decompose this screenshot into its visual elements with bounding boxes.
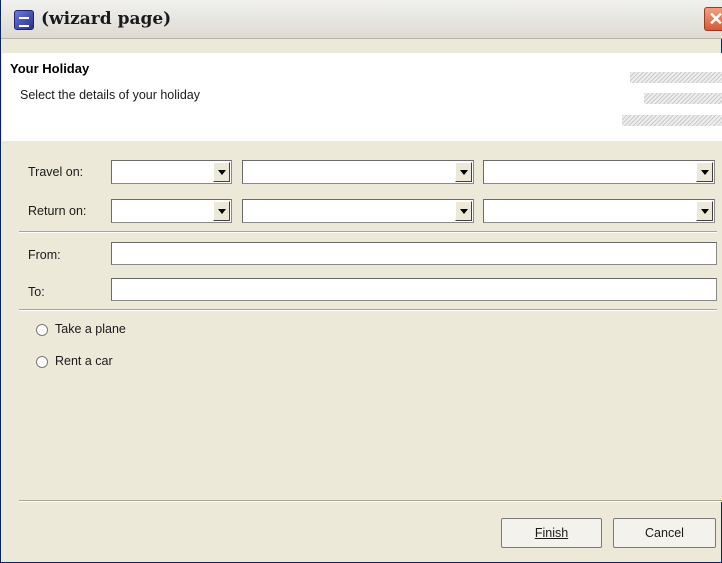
eclipse-app-icon — [14, 10, 34, 30]
from-field[interactable] — [111, 242, 717, 265]
wizard-header: Your Holiday Select the details of your … — [2, 53, 722, 142]
rent-a-car-label[interactable]: Rent a car — [55, 354, 113, 368]
rent-a-car-radio[interactable] — [36, 356, 48, 368]
from-label: From: — [28, 248, 61, 262]
dropdown-arrow-icon[interactable] — [455, 162, 472, 182]
window-title: (wizard page) — [41, 9, 172, 29]
header-banner-graphic-3 — [622, 115, 722, 126]
close-icon: ✕ — [708, 9, 722, 29]
separator — [19, 231, 717, 233]
travel-on-month-combo[interactable] — [242, 160, 474, 184]
footer-separator — [19, 500, 722, 502]
cancel-label: Cancel — [645, 526, 684, 540]
return-on-day-combo[interactable] — [111, 199, 232, 223]
take-a-plane-radio[interactable] — [36, 324, 48, 336]
finish-label: Finish — [534, 526, 569, 540]
dropdown-arrow-icon[interactable] — [696, 201, 713, 221]
dropdown-arrow-icon[interactable] — [213, 162, 230, 182]
take-a-plane-label[interactable]: Take a plane — [55, 322, 126, 336]
header-banner-graphic-2 — [644, 93, 722, 104]
dropdown-arrow-icon[interactable] — [696, 162, 713, 182]
dropdown-arrow-icon[interactable] — [455, 201, 472, 221]
return-on-year-combo[interactable] — [483, 199, 715, 223]
travel-on-year-combo[interactable] — [483, 160, 715, 184]
return-on-month-combo[interactable] — [242, 199, 474, 223]
travel-on-day-combo[interactable] — [111, 160, 232, 184]
page-description: Select the details of your holiday — [20, 88, 200, 102]
travel-on-label: Travel on: — [28, 165, 84, 179]
header-banner-graphic — [630, 72, 722, 83]
wizard-form — [1, 141, 722, 500]
dropdown-arrow-icon[interactable] — [213, 201, 230, 221]
close-button[interactable]: ✕ — [704, 7, 722, 31]
finish-button[interactable]: Finish — [501, 518, 602, 548]
return-on-label: Return on: — [28, 204, 87, 218]
page-title: Your Holiday — [10, 61, 90, 76]
title-bar[interactable]: (wizard page) ✕ — [1, 0, 722, 39]
wizard-dialog: (wizard page) ✕ Your Holiday Select the … — [0, 0, 722, 563]
to-label: To: — [28, 285, 45, 299]
to-field[interactable] — [111, 278, 717, 301]
cancel-button[interactable]: Cancel — [613, 518, 716, 548]
separator — [19, 309, 717, 311]
